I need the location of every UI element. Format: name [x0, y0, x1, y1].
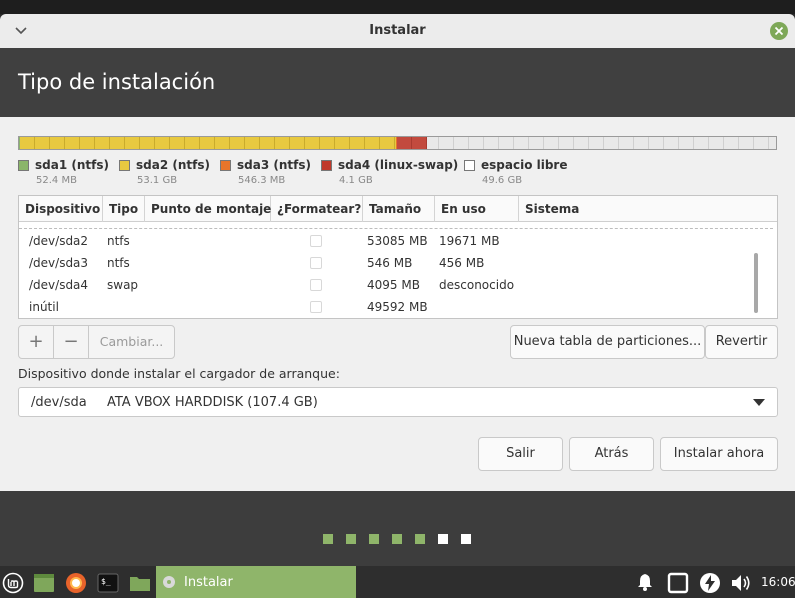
legend-swatch	[119, 160, 130, 171]
back-button[interactable]: Atrás	[569, 437, 654, 471]
new-partition-table-button[interactable]: Nueva tabla de particiones...	[510, 325, 705, 359]
bootloader-device-description: ATA VBOX HARDDISK (107.4 GB)	[106, 395, 318, 410]
progress-dot	[346, 534, 356, 544]
cell-size: 49592 MB	[367, 300, 428, 314]
format-checkbox[interactable]	[310, 279, 322, 291]
cell-device: /dev/sda4	[29, 278, 89, 292]
column-header-format[interactable]: ¿Formatear?	[271, 196, 363, 222]
disc-icon	[163, 576, 175, 588]
add-partition-button[interactable]: +	[19, 326, 54, 358]
table-row-partial	[19, 222, 773, 229]
format-checkbox[interactable]	[310, 301, 322, 313]
legend-size: 546.3 MB	[238, 175, 286, 186]
legend-swatch	[18, 160, 29, 171]
partition-segment-sda4	[397, 137, 427, 149]
quit-button[interactable]: Salir	[478, 437, 563, 471]
main-content: sda1 (ntfs) 52.4 MB sda2 (ntfs) 53.1 GB …	[0, 117, 795, 491]
progress-dot	[461, 534, 471, 544]
table-scrollbar[interactable]	[754, 253, 758, 313]
cell-size: 546 MB	[367, 256, 413, 270]
desktop-top-strip	[0, 0, 795, 14]
legend-size: 4.1 GB	[339, 175, 373, 186]
legend-name: sda4 (linux-swap)	[338, 158, 459, 172]
window-titlebar[interactable]: Instalar	[0, 14, 795, 48]
page-title: Tipo de instalación	[18, 70, 216, 94]
progress-dot	[392, 534, 402, 544]
terminal-icon[interactable]: $_	[97, 572, 119, 593]
cell-type: ntfs	[107, 234, 130, 248]
cell-device: inútil	[29, 300, 59, 314]
partition-segment-sda2	[20, 137, 396, 149]
legend-name: sda2 (ntfs)	[136, 158, 210, 172]
files-icon[interactable]	[129, 572, 150, 592]
taskbar: $_ Instalar 16:06	[0, 566, 795, 598]
cell-type: swap	[107, 278, 139, 292]
show-desktop-icon[interactable]	[33, 572, 54, 592]
workspace-switcher-icon[interactable]	[667, 572, 689, 594]
legend-swatch	[464, 160, 475, 171]
legend-size: 53.1 GB	[137, 175, 178, 186]
partition-edit-group: + − Cambiar...	[18, 325, 175, 359]
table-row[interactable]: inútil 49592 MB	[19, 296, 773, 318]
column-header-system[interactable]: Sistema	[519, 196, 777, 222]
progress-dot	[438, 534, 448, 544]
cell-device: /dev/sda2	[29, 234, 89, 248]
cell-used: 19671 MB	[439, 234, 500, 248]
progress-dot	[415, 534, 425, 544]
legend-name: sda1 (ntfs)	[35, 158, 109, 172]
legend-swatch	[321, 160, 332, 171]
bootloader-device-select[interactable]: /dev/sda ATA VBOX HARDDISK (107.4 GB)	[18, 387, 778, 417]
cell-size: 53085 MB	[367, 234, 428, 248]
format-checkbox[interactable]	[310, 235, 322, 247]
cell-device: /dev/sda3	[29, 256, 89, 270]
install-now-button[interactable]: Instalar ahora	[660, 437, 778, 471]
legend-name: espacio libre	[481, 158, 568, 172]
column-header-used[interactable]: En uso	[435, 196, 519, 222]
dropdown-arrow-icon	[753, 399, 765, 406]
table-row[interactable]: /dev/sda3 ntfs 546 MB 456 MB	[19, 252, 773, 274]
svg-text:$_: $_	[101, 577, 111, 586]
window-close-button[interactable]	[770, 22, 788, 40]
change-partition-button[interactable]: Cambiar...	[89, 326, 174, 358]
table-header: Dispositivo Tipo Punto de montaje ¿Forma…	[19, 196, 777, 222]
progress-dots-area	[0, 491, 795, 566]
bootloader-device: /dev/sda	[31, 395, 87, 410]
cell-type: ntfs	[107, 256, 130, 270]
window-title: Instalar	[369, 23, 426, 38]
close-icon	[774, 26, 784, 36]
page-header: Tipo de instalación	[0, 48, 795, 117]
column-header-mount[interactable]: Punto de montaje	[145, 196, 271, 222]
column-header-device[interactable]: Dispositivo	[19, 196, 103, 222]
clock: 16:06	[761, 575, 795, 589]
menu-icon[interactable]	[2, 572, 24, 594]
volume-icon[interactable]	[730, 572, 750, 592]
format-checkbox[interactable]	[310, 257, 322, 269]
partition-bar	[18, 136, 777, 150]
notifications-icon[interactable]	[635, 572, 655, 592]
power-icon[interactable]	[699, 572, 720, 593]
bootloader-label: Dispositivo donde instalar el cargador d…	[18, 366, 340, 381]
taskbar-window-installer[interactable]: Instalar	[156, 566, 356, 598]
table-row[interactable]: /dev/sda4 swap 4095 MB desconocido	[19, 274, 773, 296]
column-header-type[interactable]: Tipo	[103, 196, 145, 222]
partition-table[interactable]: Dispositivo Tipo Punto de montaje ¿Forma…	[18, 195, 778, 319]
revert-button[interactable]: Revertir	[705, 325, 778, 359]
table-row[interactable]: /dev/sda2 ntfs 53085 MB 19671 MB	[19, 230, 773, 252]
screen: Instalar Tipo de instalación sda1 (ntfs)…	[0, 0, 795, 598]
legend-size: 49.6 GB	[482, 175, 523, 186]
legend-name: sda3 (ntfs)	[237, 158, 311, 172]
legend-size: 52.4 MB	[36, 175, 77, 186]
progress-dot	[369, 534, 379, 544]
cell-used: 456 MB	[439, 256, 485, 270]
progress-dot	[323, 534, 333, 544]
firefox-icon[interactable]	[65, 572, 86, 593]
remove-partition-button[interactable]: −	[54, 326, 89, 358]
cell-size: 4095 MB	[367, 278, 420, 292]
bootloader-device-value: /dev/sda ATA VBOX HARDDISK (107.4 GB)	[31, 395, 318, 410]
column-header-size[interactable]: Tamaño	[363, 196, 435, 222]
taskbar-window-label: Instalar	[184, 575, 233, 590]
cell-used: desconocido	[439, 278, 515, 292]
legend-swatch	[220, 160, 231, 171]
